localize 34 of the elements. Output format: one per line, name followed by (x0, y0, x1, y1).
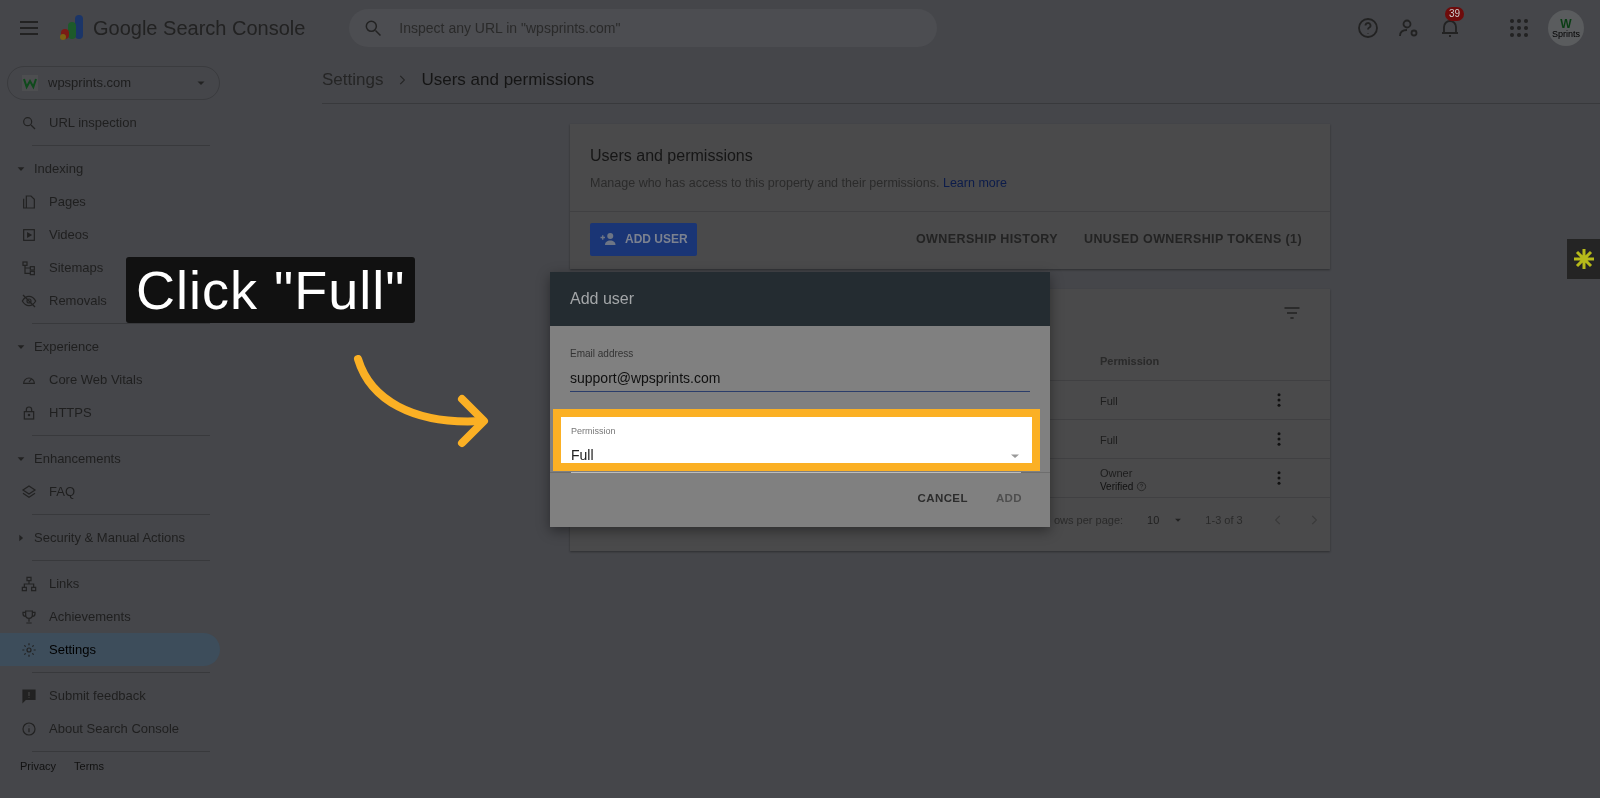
footer-link[interactable]: Privacy (20, 758, 57, 775)
settings-icon (21, 641, 37, 658)
asterisk-icon (1571, 247, 1596, 271)
callout-tooltip: Click "Full" (126, 257, 416, 323)
info-icon (21, 720, 37, 737)
help-icon[interactable] (1356, 16, 1380, 40)
field-label: Permission (571, 426, 616, 436)
account-avatar[interactable]: W Sprints (1548, 10, 1584, 46)
layers-icon (21, 483, 37, 500)
nav-item[interactable]: Settings (0, 633, 220, 666)
network-icon (21, 575, 37, 592)
dialog-title: Add user (570, 289, 635, 309)
permission-select[interactable]: Full (571, 441, 1021, 473)
email-field[interactable]: support@wpsprints.com (570, 366, 1030, 392)
property-logo-icon (22, 75, 38, 91)
add-user-button[interactable]: ADD USER (590, 222, 697, 256)
lock-icon (21, 404, 37, 421)
footer-link[interactable]: Terms (74, 758, 104, 775)
field-label: Email address (570, 347, 634, 361)
pages-icon (21, 193, 37, 210)
notification-badge: 39 (1445, 7, 1465, 21)
learn-more-link[interactable]: Learn more (942, 176, 1007, 190)
sitemap-icon (21, 259, 37, 276)
search-icon (21, 114, 37, 131)
trophy-icon (21, 608, 37, 625)
hidden-icon (21, 292, 37, 309)
search-icon (363, 18, 384, 38)
feedback-icon (21, 687, 37, 704)
cancel-button[interactable]: CANCEL (909, 484, 976, 514)
apps-icon[interactable] (1507, 16, 1531, 40)
widget-button[interactable] (1567, 239, 1600, 279)
video-icon (21, 226, 37, 243)
help-icon (1136, 481, 1148, 493)
verified-note: Verified (1100, 481, 1134, 493)
